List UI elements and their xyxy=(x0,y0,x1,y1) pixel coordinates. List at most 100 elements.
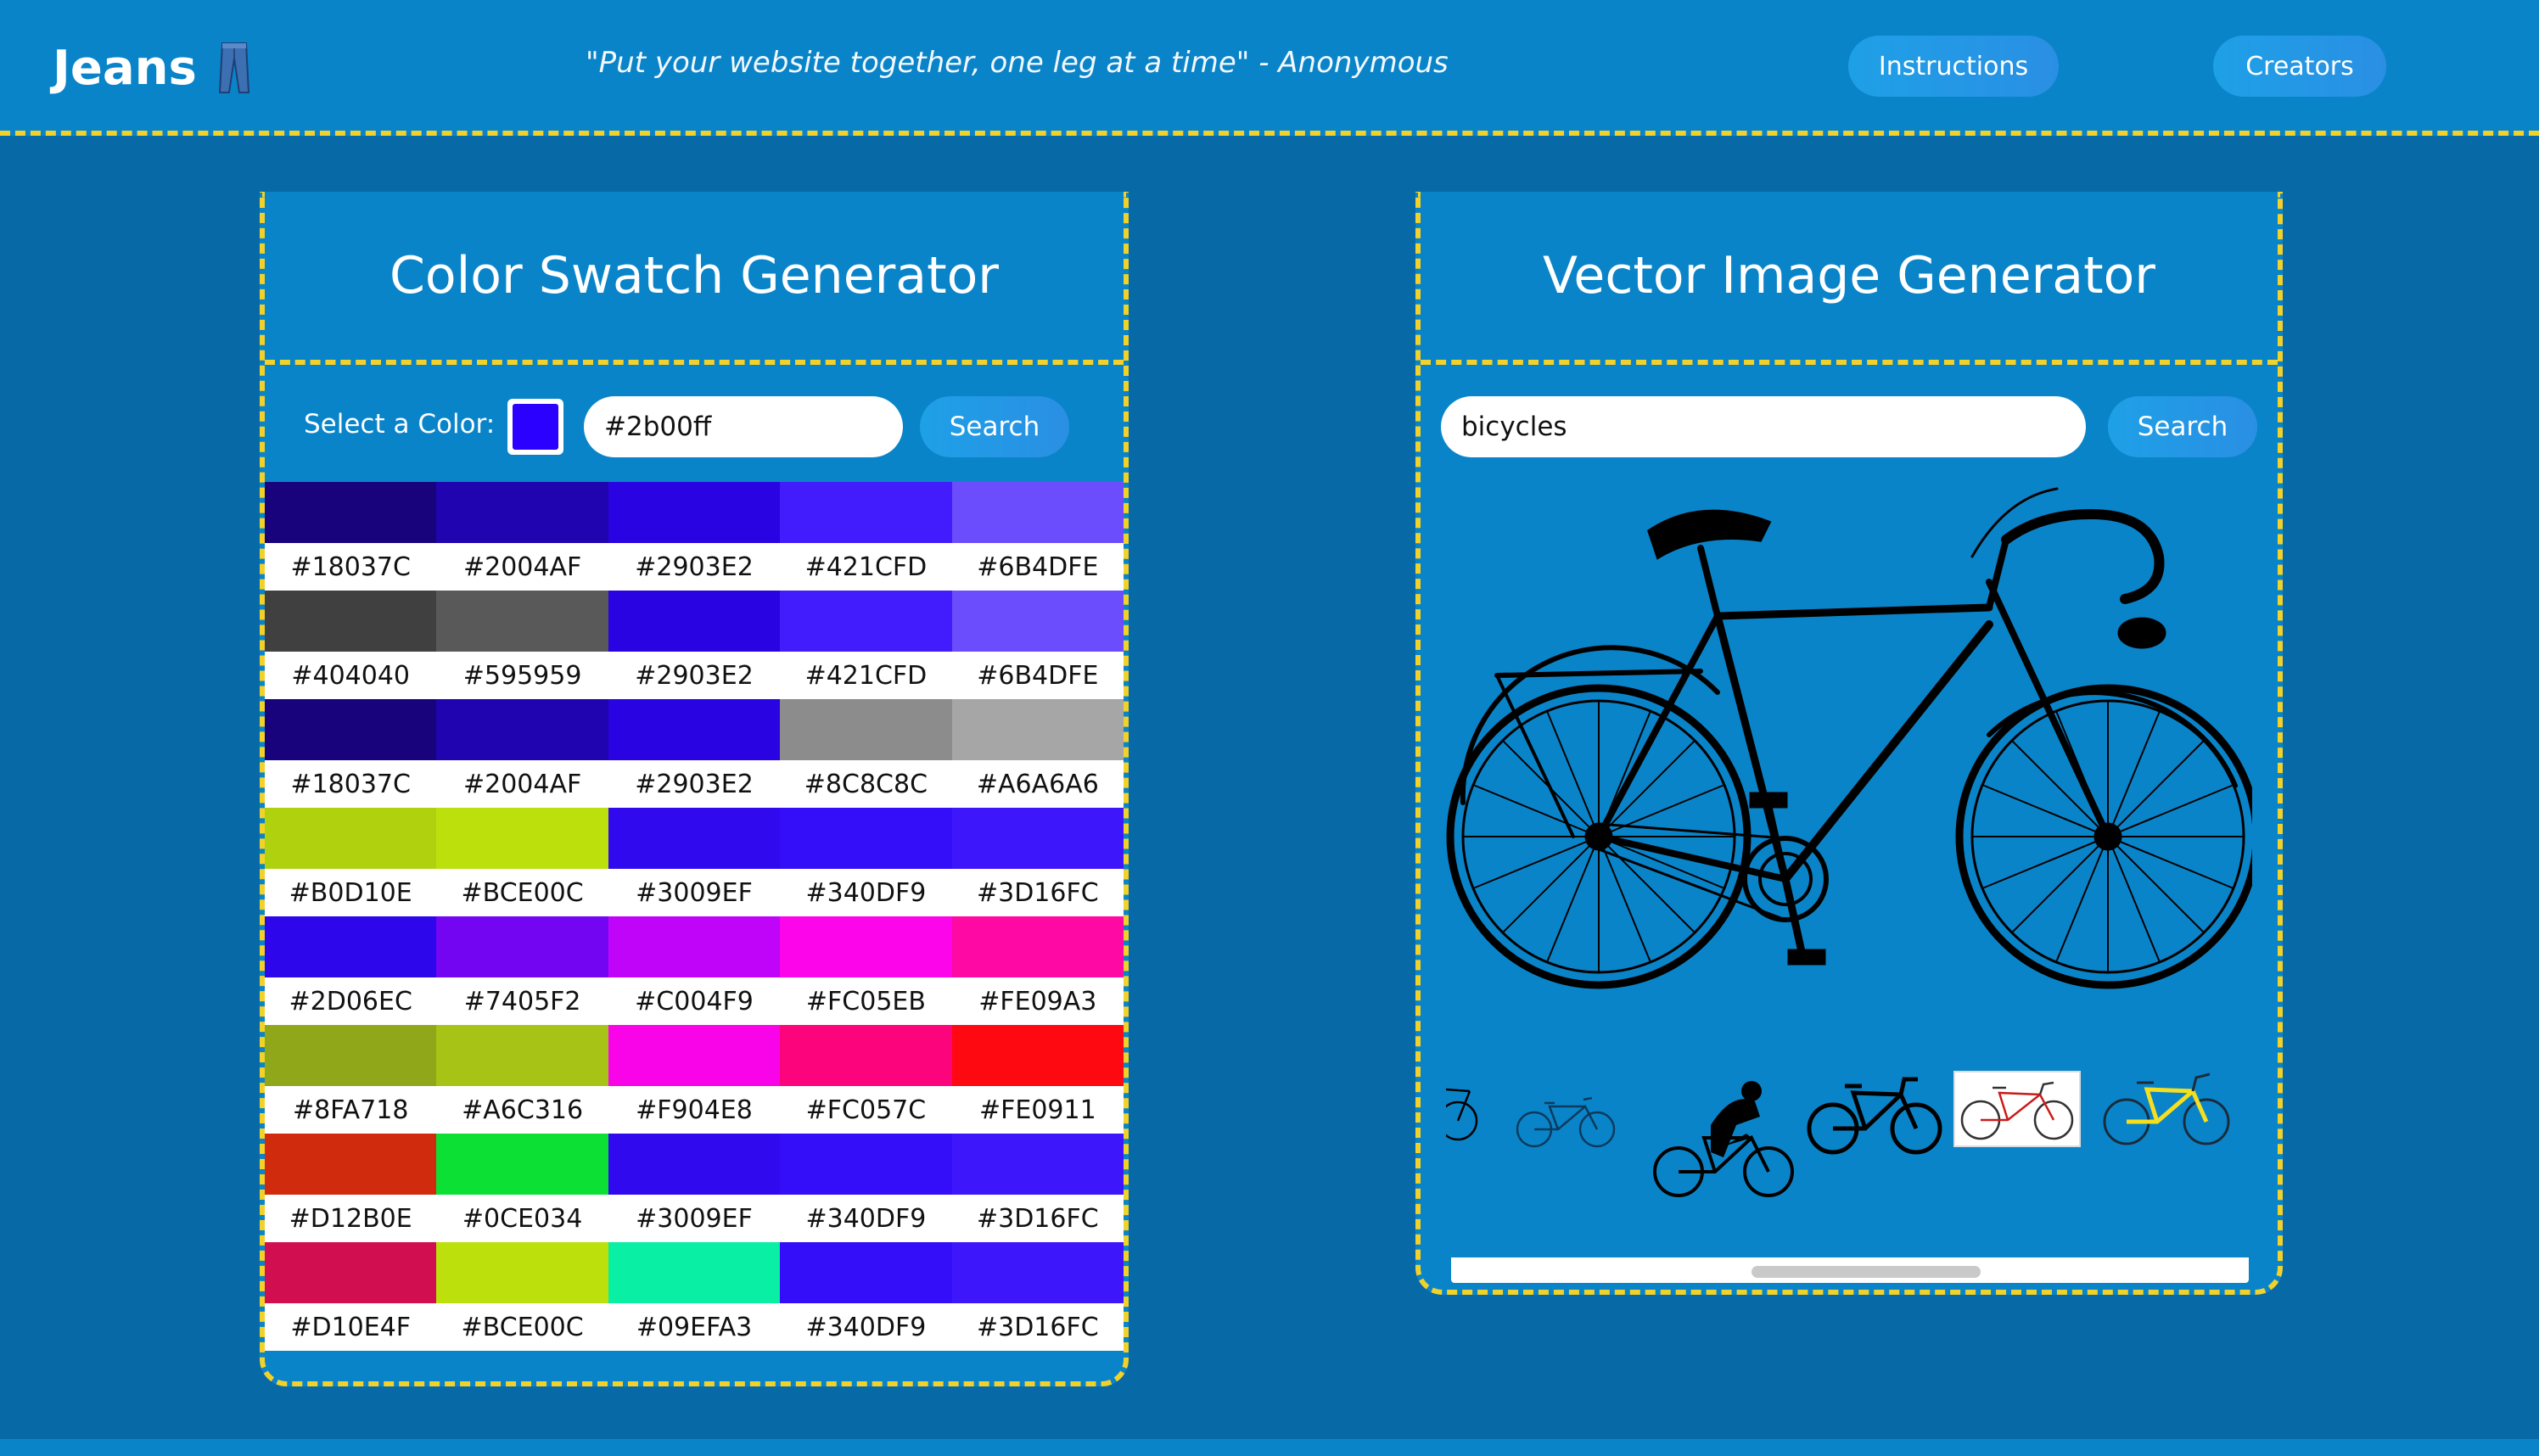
color-swatch[interactable]: #2903E2 xyxy=(608,699,781,808)
swatch-grid: #18037C #2004AF #2903E2 #421CFD #6B4DFE #4040… xyxy=(265,482,1124,1351)
scrollbar-thumb[interactable] xyxy=(1752,1266,1981,1278)
bicycle-thumb-5-icon xyxy=(1960,1081,2074,1140)
swatch-row: #D12B0E #0CE034 #3009EF #340DF9 #3D16FC xyxy=(265,1134,1124,1242)
color-swatch[interactable]: #6B4DFE xyxy=(951,482,1124,591)
color-swatch[interactable]: #A6C316 xyxy=(436,1025,608,1134)
color-swatch[interactable]: #3D16FC xyxy=(951,1134,1124,1242)
brand[interactable]: Jeans xyxy=(53,34,251,102)
color-picker[interactable] xyxy=(507,399,563,455)
color-swatch[interactable]: #2903E2 xyxy=(608,482,781,591)
swatch-hex-label: #FE09A3 xyxy=(951,977,1124,1025)
swatch-color-block xyxy=(265,1025,437,1086)
vector-search-button[interactable]: Search xyxy=(2108,396,2257,457)
vector-search-input[interactable] xyxy=(1441,396,2086,457)
swatch-color-block xyxy=(265,591,437,652)
color-swatch[interactable]: #404040 xyxy=(265,591,437,699)
color-swatch[interactable]: #340DF9 xyxy=(780,808,952,916)
swatch-color-block xyxy=(951,591,1124,652)
swatch-color-block xyxy=(951,808,1124,869)
color-search-button[interactable]: Search xyxy=(920,396,1069,457)
swatch-color-block xyxy=(608,808,781,869)
color-swatch[interactable]: #D10E4F xyxy=(265,1242,437,1351)
bicycle-thumb-4[interactable] xyxy=(1806,1067,1943,1161)
color-swatch[interactable]: #BCE00C xyxy=(436,808,608,916)
swatch-color-block xyxy=(436,482,608,543)
color-swatch[interactable]: #2903E2 xyxy=(608,591,781,699)
color-swatch[interactable]: #3D16FC xyxy=(951,1242,1124,1351)
swatch-hex-label: #8C8C8C xyxy=(780,760,952,808)
swatch-color-block xyxy=(780,1025,952,1086)
swatch-hex-label: #A6C316 xyxy=(436,1086,608,1134)
swatch-hex-label: #BCE00C xyxy=(436,1303,608,1351)
cyclist-thumb[interactable] xyxy=(1651,1074,1796,1201)
swatch-hex-label: #595959 xyxy=(436,652,608,699)
color-swatch[interactable]: #3D16FC xyxy=(951,808,1124,916)
instructions-button[interactable]: Instructions xyxy=(1848,36,2059,97)
swatch-color-block xyxy=(265,808,437,869)
bicycle-thumb-1[interactable] xyxy=(1446,1083,1488,1142)
color-swatch[interactable]: #09EFA3 xyxy=(608,1242,781,1351)
color-swatch[interactable]: #D12B0E xyxy=(265,1134,437,1242)
creators-button[interactable]: Creators xyxy=(2213,36,2386,97)
swatch-color-block xyxy=(265,482,437,543)
swatch-row: #8FA718 #A6C316 #F904E8 #FC057C #FE0911 xyxy=(265,1025,1124,1134)
color-swatch[interactable]: #6B4DFE xyxy=(951,591,1124,699)
swatch-row: #D10E4F #BCE00C #09EFA3 #340DF9 #3D16FC xyxy=(265,1242,1124,1351)
bicycle-image[interactable] xyxy=(1446,480,2261,1040)
hex-color-input[interactable] xyxy=(584,396,903,457)
swatch-color-block xyxy=(780,482,952,543)
color-swatch[interactable]: #340DF9 xyxy=(780,1242,952,1351)
swatch-hex-label: #340DF9 xyxy=(780,1303,952,1351)
thumbnail-scrollbar[interactable] xyxy=(1451,1257,2249,1283)
color-swatch[interactable]: #F904E8 xyxy=(608,1025,781,1134)
color-swatch[interactable]: #8C8C8C xyxy=(780,699,952,808)
swatch-hex-label: #3009EF xyxy=(608,869,781,916)
swatch-color-block xyxy=(780,591,952,652)
color-swatch[interactable]: #18037C xyxy=(265,482,437,591)
color-swatch[interactable]: #B0D10E xyxy=(265,808,437,916)
color-swatch[interactable]: #421CFD xyxy=(780,591,952,699)
color-swatch[interactable]: #A6A6A6 xyxy=(951,699,1124,808)
color-controls: Select a Color: Search xyxy=(265,365,1124,482)
swatch-hex-label: #2903E2 xyxy=(608,543,781,591)
swatch-row: #2D06EC #7405F2 #C004F9 #FC05EB #FE09A3 xyxy=(265,916,1124,1025)
swatch-color-block xyxy=(780,916,952,977)
bicycle-thumb-5-selected[interactable] xyxy=(1953,1071,2081,1147)
color-swatch[interactable]: #8FA718 xyxy=(265,1025,437,1134)
jeans-icon xyxy=(218,42,249,93)
swatch-hex-label: #FE0911 xyxy=(951,1086,1124,1134)
bicycle-thumb-6[interactable] xyxy=(2099,1066,2234,1151)
color-swatch[interactable]: #FE09A3 xyxy=(951,916,1124,1025)
color-swatch[interactable]: #C004F9 xyxy=(608,916,781,1025)
swatch-hex-label: #0CE034 xyxy=(436,1195,608,1242)
bicycle-thumb-2[interactable] xyxy=(1516,1091,1616,1151)
color-swatch[interactable]: #FE0911 xyxy=(951,1025,1124,1134)
color-swatch[interactable]: #7405F2 xyxy=(436,916,608,1025)
color-swatch[interactable]: #FC05EB xyxy=(780,916,952,1025)
color-swatch[interactable]: #3009EF xyxy=(608,1134,781,1242)
color-swatch[interactable]: #2D06EC xyxy=(265,916,437,1025)
color-swatch[interactable]: #3009EF xyxy=(608,808,781,916)
swatch-hex-label: #2903E2 xyxy=(608,652,781,699)
color-swatch[interactable]: #18037C xyxy=(265,699,437,808)
color-swatch[interactable]: #340DF9 xyxy=(780,1134,952,1242)
color-swatch[interactable]: #0CE034 xyxy=(436,1134,608,1242)
swatch-hex-label: #F904E8 xyxy=(608,1086,781,1134)
color-swatch[interactable]: #FC057C xyxy=(780,1025,952,1134)
bottom-strip xyxy=(0,1439,2539,1456)
swatch-color-block xyxy=(436,591,608,652)
swatch-hex-label: #2D06EC xyxy=(265,977,437,1025)
color-swatch[interactable]: #2004AF xyxy=(436,482,608,591)
swatch-hex-label: #8FA718 xyxy=(265,1086,437,1134)
swatch-hex-label: #7405F2 xyxy=(436,977,608,1025)
color-swatch[interactable]: #595959 xyxy=(436,591,608,699)
swatch-color-block xyxy=(436,1025,608,1086)
swatch-hex-label: #2903E2 xyxy=(608,760,781,808)
color-swatch[interactable]: #2004AF xyxy=(436,699,608,808)
color-swatch[interactable]: #BCE00C xyxy=(436,1242,608,1351)
swatch-hex-label: #404040 xyxy=(265,652,437,699)
color-swatch[interactable]: #421CFD xyxy=(780,482,952,591)
color-swatch-title: Color Swatch Generator xyxy=(265,192,1124,365)
swatch-color-block xyxy=(608,591,781,652)
swatch-hex-label: #2004AF xyxy=(436,543,608,591)
